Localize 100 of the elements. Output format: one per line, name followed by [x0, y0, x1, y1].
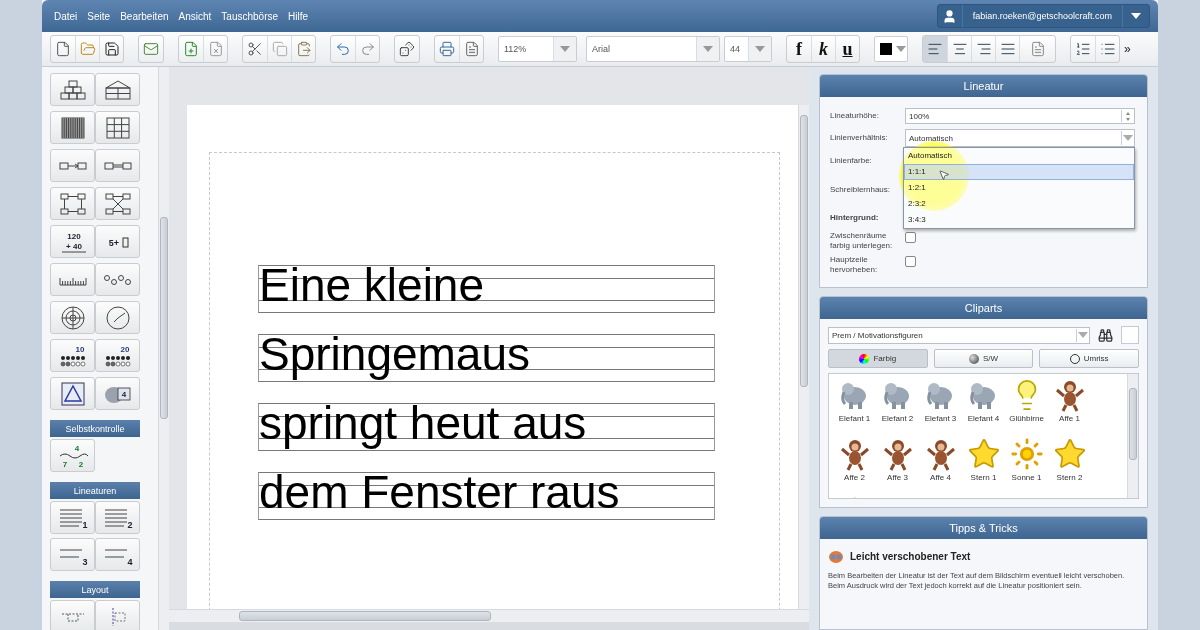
tool-button[interactable] [95, 111, 140, 144]
bold-button[interactable]: f [787, 36, 811, 62]
dropdown-option[interactable]: 3:4:3 [904, 212, 1134, 228]
clipart-label: Elefant 4 [967, 414, 1000, 423]
tool-button[interactable]: 120 + 40 [50, 225, 95, 258]
number-chain-icon [102, 272, 133, 287]
field-label: Schreiblernhaus: [830, 185, 892, 195]
redo-icon [359, 41, 376, 57]
scrollbar-thumb[interactable] [239, 611, 491, 621]
swap-boxes-icon [102, 159, 133, 172]
tool-button[interactable] [95, 73, 140, 106]
add-page-icon [183, 41, 199, 57]
align-left-icon [927, 41, 943, 57]
star-icon [966, 437, 1001, 471]
panel-title: Tipps & Tricks [820, 517, 1147, 539]
more-tools-button[interactable]: » [1124, 42, 1131, 56]
tool-button[interactable] [50, 187, 95, 220]
numbered-list-icon [1075, 41, 1091, 57]
lined-text-box[interactable]: Springemaus [258, 334, 715, 382]
lined-text-box[interactable]: springt heut aus [258, 403, 715, 451]
underline-button[interactable]: u [835, 36, 859, 62]
user-icon [942, 8, 958, 24]
section-header: Layout [50, 581, 140, 598]
scrollbar-thumb[interactable] [800, 115, 808, 387]
arrow-boxes-icon [57, 159, 88, 172]
menu-item[interactable]: Ansicht [178, 10, 212, 22]
tool-button[interactable] [50, 73, 95, 106]
target-icon [59, 304, 86, 331]
ratio-select[interactable]: Automatisch [905, 129, 1135, 147]
mode-button[interactable]: Farbig [828, 349, 928, 368]
scrollbar-thumb[interactable] [1129, 388, 1137, 460]
tool-button[interactable]: 10 [50, 339, 95, 372]
color-wheel-icon [859, 353, 870, 364]
checkbox[interactable] [905, 232, 916, 243]
scrollbar-thumb[interactable] [160, 217, 168, 419]
clipart-label: Sonne 1 [1011, 473, 1042, 482]
sun-icon [1009, 437, 1044, 471]
tool-button[interactable] [95, 263, 140, 296]
tool-button[interactable] [50, 301, 95, 334]
text-color-picker[interactable] [874, 36, 908, 62]
delete-page-icon [207, 41, 224, 57]
dropdown-option[interactable]: 1:2:1 [904, 180, 1134, 196]
scrollbar[interactable] [798, 105, 809, 609]
menu-item[interactable]: Datei [54, 10, 78, 22]
clipart-label: Elefant 3 [924, 414, 957, 423]
align-left-button[interactable] [923, 36, 947, 62]
menu-item[interactable]: Bearbeiten [120, 10, 169, 22]
scrollbar[interactable] [1127, 374, 1138, 498]
dropdown-option[interactable]: 2:3:2 [904, 196, 1134, 212]
tip-heading: Leicht verschobener Text [850, 550, 971, 562]
search-input[interactable] [1121, 326, 1139, 344]
undo-icon [335, 41, 351, 57]
tool-button[interactable] [50, 263, 95, 296]
mode-button[interactable]: S/W [933, 349, 1034, 368]
cut-icon [247, 41, 263, 57]
menu-item[interactable]: Seite [87, 10, 111, 22]
tool-button[interactable]: 4 7 2 [50, 439, 95, 472]
tool-button[interactable] [50, 377, 95, 410]
checkbox[interactable] [905, 256, 916, 267]
menu-item[interactable]: Hilfe [288, 10, 309, 22]
page-preview-icon [463, 41, 480, 57]
font-size-select[interactable]: 44 [724, 36, 772, 62]
triangle-pins-icon [60, 381, 85, 406]
category-select[interactable]: Prem / Motivationsfiguren [828, 326, 1090, 344]
tool-button[interactable]: 3 [50, 538, 95, 571]
scrollbar[interactable] [158, 67, 169, 630]
dropdown-option[interactable]: Automatisch [904, 148, 1134, 164]
cycle-diagram-icon [58, 191, 87, 216]
font-select[interactable]: Arial [586, 36, 720, 62]
tool-button[interactable]: 4 [95, 538, 140, 571]
user-account-box[interactable]: fabian.roeken@getschoolcraft.com [936, 4, 1150, 28]
lined-text-box[interactable]: Eine kleine [258, 265, 715, 313]
owl-icon [828, 549, 844, 563]
tool-button[interactable]: 2 [95, 501, 140, 534]
cross-diagram-icon [103, 191, 132, 216]
tool-button[interactable]: 20 [95, 339, 140, 372]
hundred-grid-icon [59, 115, 86, 140]
tool-button[interactable]: 5+ [95, 225, 140, 258]
mode-button[interactable]: Umriss [1039, 349, 1139, 368]
section-label: Hintergrund: [830, 213, 880, 223]
tool-button[interactable]: 1 [50, 501, 95, 534]
sphere-icon [968, 353, 979, 364]
tool-button[interactable]: 4 [95, 377, 140, 410]
height-input[interactable]: 100% [905, 108, 1135, 124]
scrollbar[interactable] [169, 609, 809, 622]
lined-text-box[interactable]: dem Fenster raus [258, 472, 715, 520]
clock-icon [104, 304, 131, 331]
tool-button[interactable] [95, 187, 140, 220]
zoom-select[interactable]: 112% [498, 36, 577, 62]
clipart-label: Stern 1 [970, 473, 997, 482]
nine-grid-icon [104, 115, 131, 140]
checkbox-label: Zwischenräume farbig unterlegen: [830, 231, 894, 251]
new-document-icon [55, 41, 71, 57]
tool-button[interactable] [50, 111, 95, 144]
menu-item[interactable]: Tauschbörse [221, 10, 279, 22]
search-icon[interactable] [1098, 327, 1113, 343]
tool-button[interactable] [95, 301, 140, 334]
paste-icon [295, 41, 312, 57]
italic-button[interactable]: k [811, 36, 835, 62]
dropdown-option[interactable]: 1:1:1 [904, 164, 1134, 180]
